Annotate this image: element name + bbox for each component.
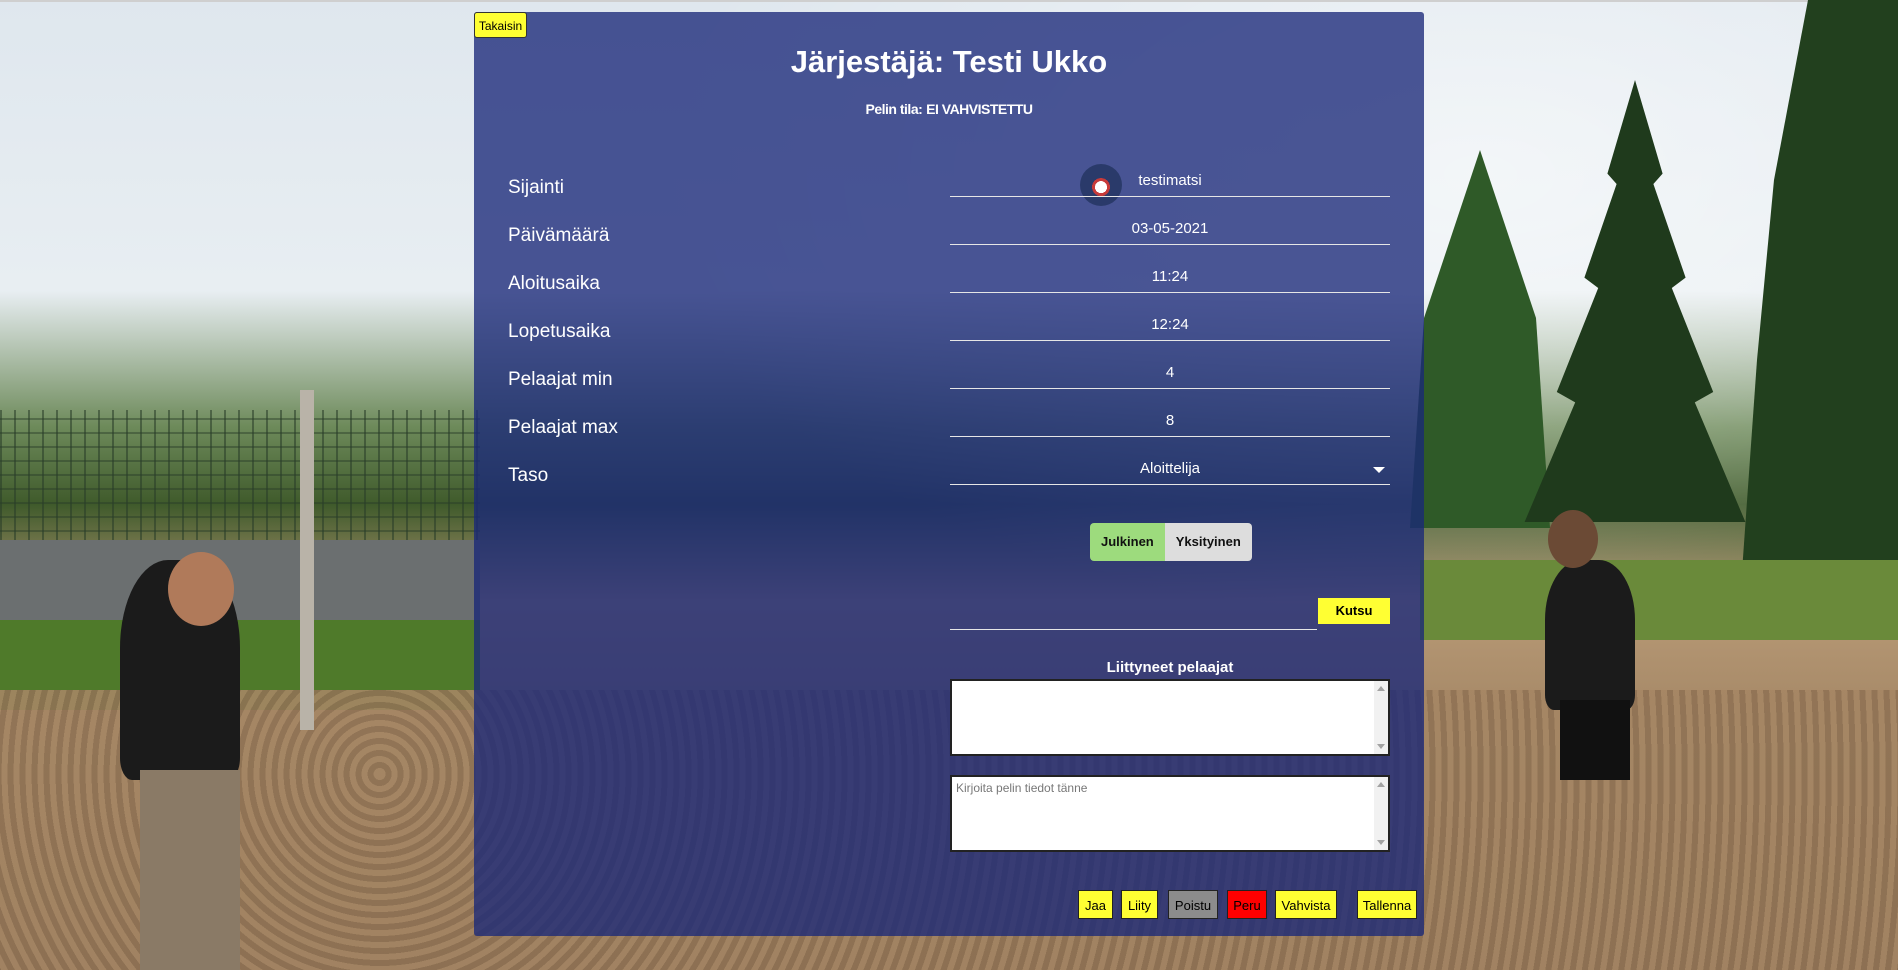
scrollbar[interactable] <box>1374 681 1388 754</box>
background-player-head <box>1548 510 1598 568</box>
game-details-textarea[interactable]: Kirjoita pelin tiedot tänne <box>950 775 1390 852</box>
game-status-label: Pelin tila: <box>865 101 923 117</box>
page-background: Takaisin Järjestäjä: Testi Ukko Pelin ti… <box>0 0 1898 970</box>
background-player-legs <box>1560 700 1630 780</box>
background-grass <box>1420 560 1898 640</box>
joined-players-title: Liittyneet pelaajat <box>1106 659 1234 676</box>
scroll-down-icon[interactable] <box>1377 840 1385 845</box>
background-player-legs <box>140 770 240 970</box>
cancel-button[interactable]: Peru <box>1227 890 1267 919</box>
top-border <box>0 0 1898 2</box>
scrollbar[interactable] <box>1374 777 1388 850</box>
game-details-placeholder: Kirjoita pelin tiedot tänne <box>956 781 1088 795</box>
game-status-value: EI VAHVISTETTU <box>926 101 1033 117</box>
date-field[interactable]: 03-05-2021 <box>950 214 1390 245</box>
background-player <box>1545 560 1635 710</box>
joined-players-list[interactable] <box>950 679 1390 756</box>
join-button[interactable]: Liity <box>1121 890 1158 919</box>
private-option[interactable]: Yksityinen <box>1164 523 1252 561</box>
save-button[interactable]: Tallenna <box>1357 890 1417 919</box>
background-tree <box>1410 150 1550 528</box>
invite-input[interactable] <box>950 597 1317 630</box>
invite-button[interactable]: Kutsu <box>1318 598 1390 624</box>
start-time-field[interactable]: 11:24 <box>950 262 1390 293</box>
background-tree <box>1740 0 1898 600</box>
date-label: Päivämäärä <box>508 225 610 246</box>
max-players-label: Pelaajat max <box>508 417 618 438</box>
public-option[interactable]: Julkinen <box>1090 523 1165 561</box>
confirm-button[interactable]: Vahvista <box>1275 890 1337 919</box>
scroll-down-icon[interactable] <box>1377 744 1385 749</box>
leave-button[interactable]: Poistu <box>1168 890 1218 919</box>
end-time-label: Lopetusaika <box>508 321 611 342</box>
level-label: Taso <box>508 465 549 486</box>
page-title: Järjestäjä: Testi Ukko <box>790 44 1108 79</box>
end-time-field[interactable]: 12:24 <box>950 310 1390 341</box>
game-status: Pelin tila: EI VAHVISTETTU <box>474 101 1424 117</box>
background-fence <box>0 410 480 560</box>
location-label: Sijainti <box>508 177 564 198</box>
back-button[interactable]: Takaisin <box>474 12 527 38</box>
share-button[interactable]: Jaa <box>1078 890 1113 919</box>
max-players-field[interactable]: 8 <box>950 406 1390 437</box>
scroll-up-icon[interactable] <box>1377 686 1385 691</box>
visibility-toggle: Julkinen Yksityinen <box>1090 523 1252 561</box>
background-net-pole <box>300 390 314 730</box>
chevron-down-icon <box>1373 467 1385 473</box>
background-player-head <box>168 552 234 626</box>
level-select[interactable]: Aloittelija <box>950 454 1390 485</box>
location-field[interactable]: testimatsi <box>950 166 1390 197</box>
scroll-up-icon[interactable] <box>1377 782 1385 787</box>
min-players-label: Pelaajat min <box>508 369 613 390</box>
start-time-label: Aloitusaika <box>508 273 600 294</box>
min-players-field[interactable]: 4 <box>950 358 1390 389</box>
